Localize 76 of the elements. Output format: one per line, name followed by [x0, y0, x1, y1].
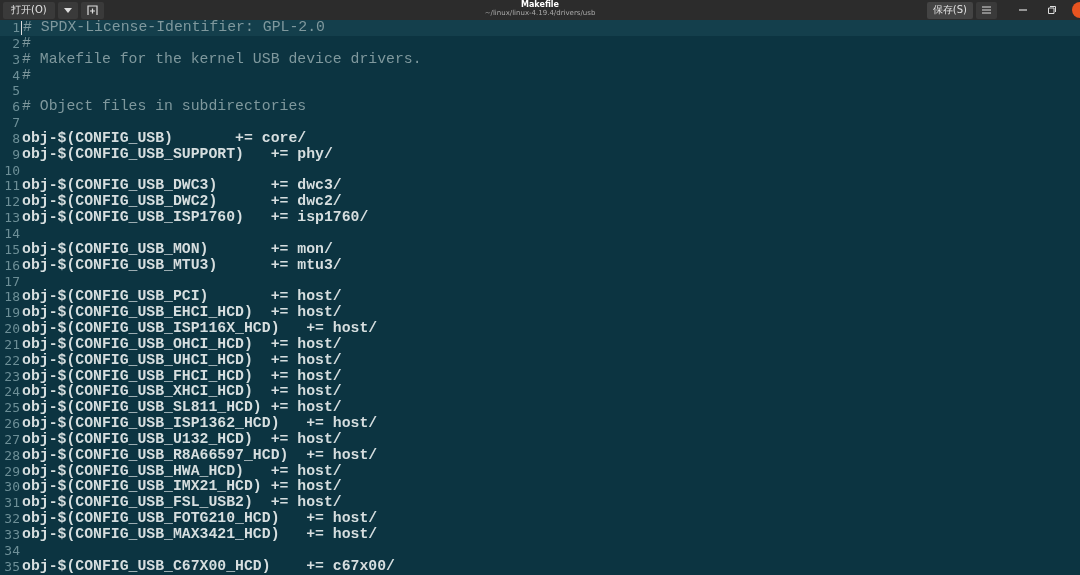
- line-number: 8: [11, 130, 20, 147]
- line-number: 16: [3, 257, 20, 274]
- dropdown-button[interactable]: [57, 1, 78, 19]
- line-number: 17: [3, 273, 20, 290]
- line-number: 29: [3, 463, 20, 480]
- line-number: 31: [3, 495, 20, 512]
- line-number: 7: [11, 115, 20, 131]
- code-line: obj-$(CONFIG_USB_MTU3) += mtu3/: [21, 257, 342, 274]
- line-number: 18: [3, 289, 20, 306]
- window-title: Makefile: [521, 0, 559, 9]
- menu-icon: [982, 6, 991, 14]
- line-number: 10: [3, 162, 20, 179]
- line-number: 3: [11, 51, 20, 68]
- line-number: 19: [3, 305, 20, 322]
- line-number: 6: [11, 99, 20, 116]
- code-line: obj-$(CONFIG_USB_OHCI_HCD) += host/: [21, 336, 342, 353]
- save-button[interactable]: 保存(S): [926, 1, 973, 19]
- line-number: 28: [3, 447, 20, 464]
- code-comment: # Object files in subdirectories: [21, 99, 307, 116]
- line-number: 26: [3, 416, 20, 432]
- code-line: obj-$(CONFIG_USB_MAX3421_HCD) += host/: [21, 527, 378, 543]
- line-number: 33: [3, 527, 20, 543]
- line-number: 1: [11, 20, 20, 36]
- line-number: 27: [3, 431, 20, 448]
- code-line: obj-$(CONFIG_USB_C67X00_HCD) += c67x00/: [21, 558, 395, 575]
- line-number: 32: [3, 511, 20, 527]
- new-tab-button[interactable]: [80, 1, 104, 19]
- line-number: 13: [3, 210, 20, 226]
- code-line: obj-$(CONFIG_USB_IMX21_HCD) += host/: [21, 479, 342, 495]
- code-comment: #: [21, 35, 31, 52]
- code-line: obj-$(CONFIG_USB_DWC2) += dwc2/: [21, 194, 342, 210]
- code-line: obj-$(CONFIG_USB_FSL_USB2) += host/: [21, 495, 342, 511]
- line-number: 23: [3, 368, 20, 385]
- line-number: 20: [3, 321, 20, 337]
- code-comment: # Makefile for the kernel USB device drivers.: [21, 51, 422, 68]
- open-button[interactable]: 打开(O): [3, 1, 55, 19]
- line-number: 30: [3, 479, 20, 496]
- line-number: 34: [3, 542, 20, 559]
- line-number: 21: [3, 336, 20, 353]
- code-line: obj-$(CONFIG_USB_HWA_HCD) += host/: [21, 463, 342, 479]
- code-line: obj-$(CONFIG_USB_UHCI_HCD) += host/: [21, 352, 342, 369]
- line-number: 11: [3, 178, 20, 195]
- line-number: 2: [11, 35, 20, 52]
- code-line: obj-$(CONFIG_USB) += core/: [21, 130, 307, 147]
- code-line: obj-$(CONFIG_USB_DWC3) += dwc3/: [21, 178, 342, 194]
- code-line: obj-$(CONFIG_USB_FHCI_HCD) += host/: [21, 368, 342, 384]
- line-number: 5: [11, 83, 20, 100]
- line-number: 12: [3, 194, 20, 211]
- line-number: 9: [11, 146, 20, 163]
- line-number: 35: [3, 558, 20, 575]
- line-number: 14: [3, 225, 20, 242]
- code-line: obj-$(CONFIG_USB_R8A66597_HCD) += host/: [21, 447, 378, 464]
- code-comment: # SPDX-License-Identifier: GPL-2.0: [22, 20, 325, 36]
- code-line: obj-$(CONFIG_USB_XHCI_HCD) += host/: [21, 384, 342, 400]
- code-line: obj-$(CONFIG_USB_PCI) += host/: [21, 289, 342, 305]
- line-number: 22: [3, 352, 20, 369]
- line-number: 4: [11, 67, 20, 84]
- caret-down-icon: [63, 7, 72, 13]
- code-line: obj-$(CONFIG_USB_SL811_HCD) += host/: [21, 400, 342, 416]
- code-line: obj-$(CONFIG_USB_ISP1362_HCD) += host/: [21, 416, 378, 432]
- code-line: obj-$(CONFIG_USB_SUPPORT) += phy/: [21, 146, 333, 163]
- text-cursor: [21, 20, 22, 35]
- line-number: 24: [3, 384, 20, 401]
- code-line: obj-$(CONFIG_USB_MON) += mon/: [21, 241, 333, 258]
- code-line: obj-$(CONFIG_USB_ISP116X_HCD) += host/: [21, 321, 378, 337]
- close-icon[interactable]: [1072, 2, 1080, 18]
- code-line: obj-$(CONFIG_USB_U132_HCD) += host/: [21, 431, 342, 448]
- code-comment: #: [21, 67, 31, 84]
- line-number: 15: [3, 241, 20, 258]
- code-line: obj-$(CONFIG_USB_FOTG210_HCD) += host/: [21, 511, 378, 527]
- new-tab-icon: [86, 4, 98, 16]
- restore-icon[interactable]: [1048, 6, 1056, 14]
- menu-button[interactable]: [976, 1, 997, 19]
- code-line: obj-$(CONFIG_USB_ISP1760) += isp1760/: [21, 210, 369, 226]
- line-number: 25: [3, 400, 20, 417]
- code-line: obj-$(CONFIG_USB_EHCI_HCD) += host/: [21, 305, 342, 321]
